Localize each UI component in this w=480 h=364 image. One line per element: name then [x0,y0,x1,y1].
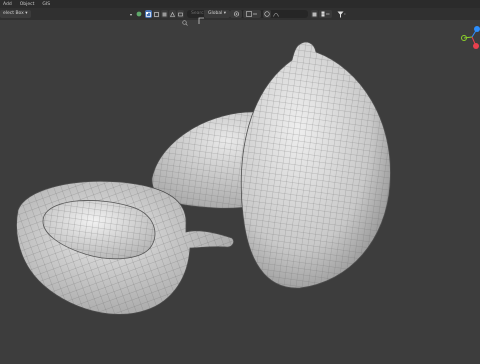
pivot-point-button[interactable] [230,10,242,18]
menu-bar: Add Object GIS [0,0,480,8]
shading-icon [312,12,317,16]
face-mode-icon [162,12,167,16]
menu-add[interactable]: Add [3,2,12,7]
chevron-down-icon: ▾ [129,11,132,17]
axis-gizmo[interactable] [458,24,480,50]
menu-object[interactable]: Object [20,2,35,7]
edge-mode-icon [154,11,159,17]
snap-icon [246,11,257,17]
dropdown-toggle[interactable]: ▾ [128,10,134,18]
axis-gizmo-icon [461,26,480,49]
vertex-mode-icon [146,11,151,17]
falloff-button[interactable] [272,10,280,18]
mesh-select-icon [170,11,175,17]
vertex-mode-button[interactable] [145,10,152,18]
falloff-icon [273,12,279,17]
3d-viewport[interactable] [0,20,480,360]
gizmo-x-axis[interactable] [473,43,479,49]
overlay-button[interactable] [319,10,332,18]
viewport-shading-button[interactable] [311,10,318,18]
filter-button[interactable] [335,10,347,18]
viewport-header: elect Box ▾ ▾ Search Global ▾ [0,8,480,26]
circle-icon [136,11,142,17]
mesh-select-button[interactable] [169,10,176,18]
transform-orientation-dropdown[interactable]: Global ▾ [204,10,231,18]
gizmo-z-axis[interactable] [474,26,480,32]
face-mode-button[interactable] [161,10,168,18]
snap-button[interactable] [243,10,261,18]
edge-mode-button[interactable] [153,10,160,18]
layer-visibility-button[interactable] [135,10,143,18]
pivot-icon [233,11,239,17]
overlay-icon [321,11,330,17]
proportional-edit-icon [264,11,270,17]
proportional-edit-button[interactable] [263,10,271,18]
select-box-dropdown[interactable]: elect Box ▾ [0,10,31,18]
mesh-object-right-fruit[interactable] [240,41,391,289]
filter-icon [337,11,345,17]
menu-gis[interactable]: GIS [42,2,50,7]
